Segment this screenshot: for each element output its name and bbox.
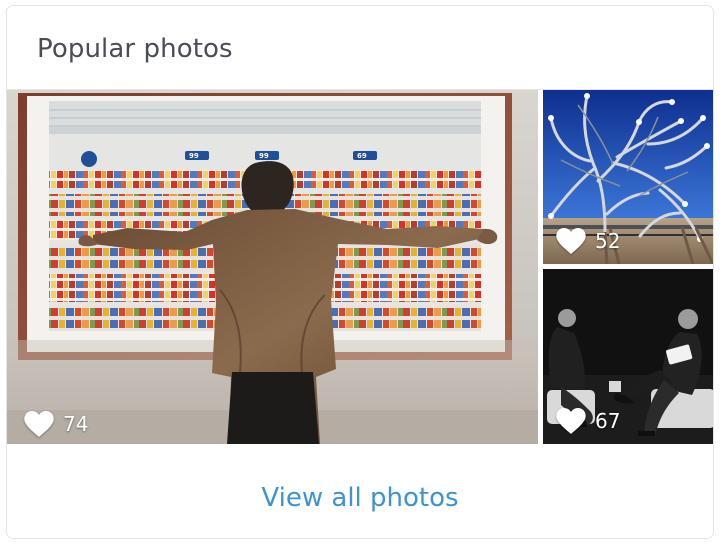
price-sign-2: 99 — [259, 152, 269, 160]
photo-grid: 99 99 69 74 52 67 — [7, 90, 713, 444]
photo-tile-interview[interactable]: 67 — [543, 269, 713, 444]
price-sign-3: 69 — [357, 152, 367, 160]
card-footer: View all photos — [7, 444, 713, 538]
card-header: Popular photos — [7, 6, 713, 90]
heart-icon[interactable] — [23, 410, 55, 438]
price-sign-1: 99 — [189, 152, 199, 160]
like-overlay-sculpture: 52 — [555, 227, 620, 255]
popular-photos-card: Popular photos 99 99 69 74 52 67 View al… — [6, 5, 714, 539]
like-count-sculpture: 52 — [595, 229, 621, 253]
like-overlay-interview: 67 — [555, 407, 620, 435]
like-count-large: 74 — [63, 412, 89, 436]
gallery-visitor-photo: 99 99 69 — [7, 90, 538, 444]
card-title: Popular photos — [37, 34, 233, 64]
like-overlay-large: 74 — [23, 410, 88, 438]
like-count-interview: 67 — [595, 409, 621, 433]
view-all-photos-link[interactable]: View all photos — [261, 482, 458, 514]
heart-icon[interactable] — [555, 407, 587, 435]
photo-tile-sculpture[interactable]: 52 — [543, 90, 713, 264]
heart-icon[interactable] — [555, 227, 587, 255]
photo-tile-large[interactable]: 99 99 69 74 — [7, 90, 538, 444]
